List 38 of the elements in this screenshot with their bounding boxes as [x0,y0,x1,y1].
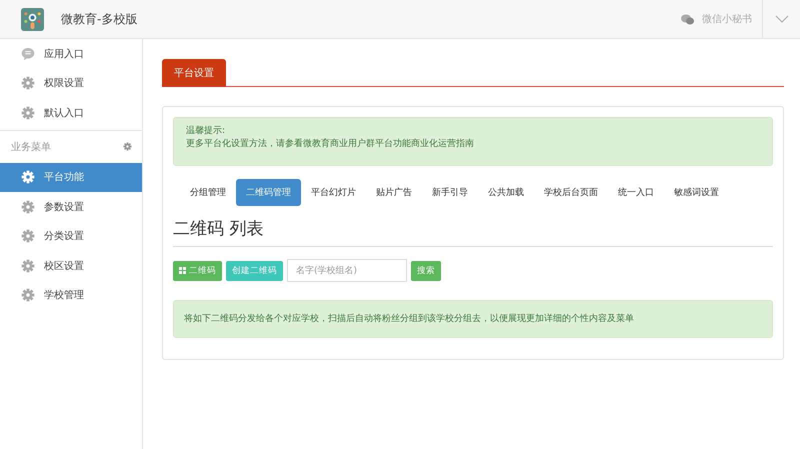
chevron-down-icon [774,15,788,23]
sidebar-item[interactable]: 默认入口 [0,98,142,128]
gear-icon [21,229,35,244]
app-title: 微教育-多校版 [61,10,138,28]
gear-icon [21,288,35,302]
chat-bubbles-icon [681,14,694,24]
sidebar-item[interactable]: 平台功能 [0,162,142,192]
gear-icon[interactable] [123,142,132,151]
notice-text: 更多平台化设置方法，请参看微教育商业用户群平台功能商业化运营指南 [186,138,475,150]
nav-tab[interactable]: 敏感词设置 [664,179,729,206]
sidebar-section-title: 业务菜单 [11,140,51,154]
nav-tab[interactable]: 平台幻灯片 [301,179,366,206]
sidebar-item[interactable]: 分类设置 [0,222,142,251]
section-heading: 二维码 列表 [173,217,773,247]
sidebar-item[interactable]: 权限设置 [0,68,142,98]
sidebar-item[interactable]: 学校管理 [0,280,142,310]
sidebar-item[interactable]: 参数设置 [0,192,142,222]
gear-icon [21,170,35,184]
chat-bubble-icon [21,46,35,61]
search-field[interactable]: 名字(学校组名) [287,259,407,282]
tab[interactable]: 平台设置 [162,59,226,87]
info-alert: 将如下二维码分发给各个对应学校，扫描后自动将粉丝分组到该学校分组去，以便展现更加详细的个性内容及菜单 [173,300,773,338]
gear-icon [21,76,35,90]
nav-tab[interactable]: 分组管理 [180,179,236,206]
app-logo-icon [21,8,44,30]
sidebar-item[interactable]: 校区设置 [0,251,142,280]
nav-tab[interactable]: 统一入口 [608,179,664,206]
sidebar-item[interactable]: 应用入口 [0,39,142,68]
nav-tab[interactable]: 二维码管理 [236,179,301,206]
notice-title: 温馨提示: [186,124,226,138]
qr-code-icon [179,267,186,274]
gear-icon [21,200,35,214]
gear-icon [21,106,35,120]
nav-tab[interactable]: 新手引导 [422,179,478,206]
gear-icon [21,258,35,273]
nav-tab[interactable]: 公共加载 [478,179,534,206]
nav-tab[interactable]: 贴片广告 [366,179,422,206]
nav-tab[interactable]: 学校后台页面 [534,179,608,206]
